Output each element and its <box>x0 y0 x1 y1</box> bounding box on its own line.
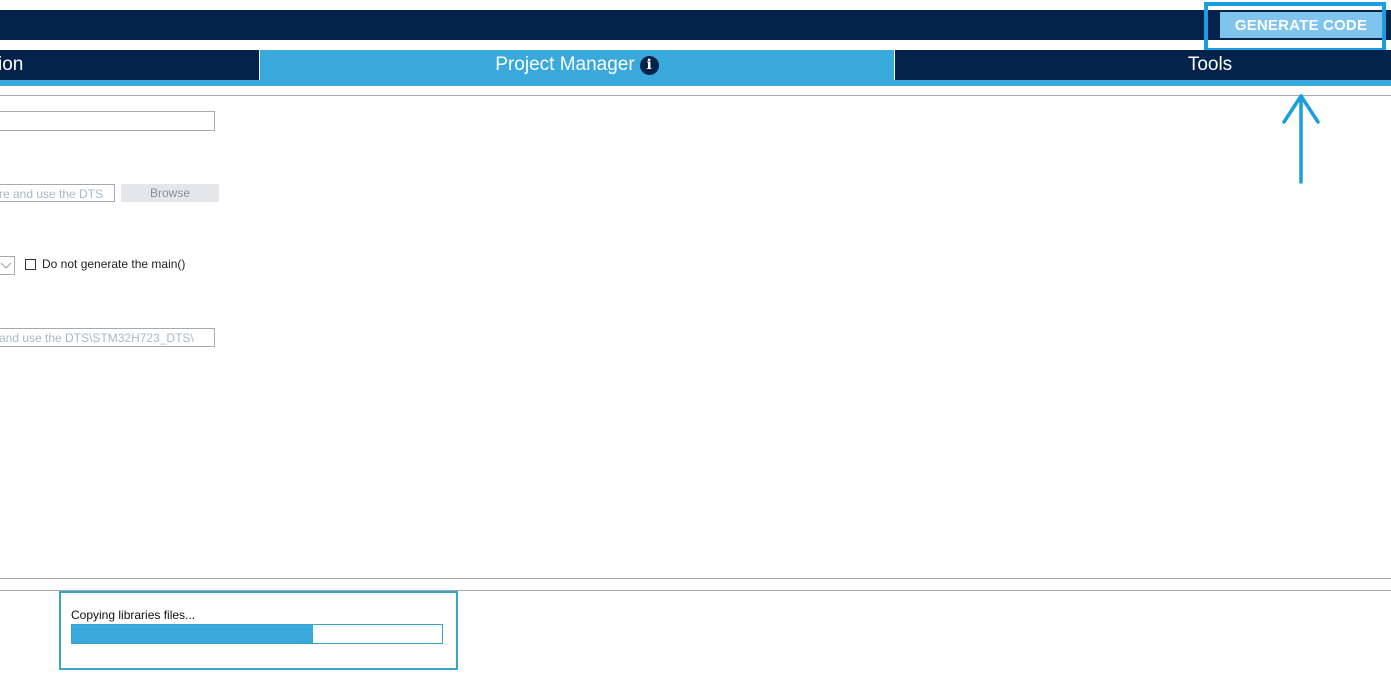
chevron-down-icon <box>0 262 12 269</box>
generate-code-button[interactable]: GENERATE CODE <box>1220 12 1382 38</box>
main-tabs: ion Project Manager i Tools <box>0 50 1391 80</box>
tab-configuration-label: ion <box>0 54 24 75</box>
no-main-checkbox-label: Do not generate the main() <box>42 257 186 271</box>
project-location-input[interactable]: re and use the DTS <box>0 184 115 202</box>
project-name-input[interactable] <box>0 111 215 131</box>
progress-bar <box>71 624 443 644</box>
arrow-up-icon <box>1282 94 1320 184</box>
progress-bar-fill <box>72 625 313 643</box>
toolchain-folder-input[interactable]: and use the DTS\STM32H723_DTS\ <box>0 328 215 347</box>
info-icon[interactable]: i <box>639 55 659 75</box>
tab-project-manager[interactable]: Project Manager i <box>260 50 894 80</box>
content-bottom-divider <box>0 578 1391 579</box>
tab-tools[interactable]: Tools <box>895 50 1391 80</box>
content-top-divider <box>0 95 1391 96</box>
tab-configuration[interactable]: ion <box>0 50 259 80</box>
no-main-checkbox[interactable] <box>25 259 36 270</box>
progress-dialog: Copying libraries files... <box>59 591 458 670</box>
progress-label: Copying libraries files... <box>71 608 196 622</box>
top-toolbar <box>0 10 1391 40</box>
tab-project-manager-label: Project Manager <box>495 54 635 75</box>
tab-tools-label: Tools <box>1187 54 1233 75</box>
browse-button[interactable]: Browse <box>121 184 219 202</box>
tab-underline <box>0 80 1391 86</box>
toolchain-dropdown[interactable] <box>0 256 15 275</box>
